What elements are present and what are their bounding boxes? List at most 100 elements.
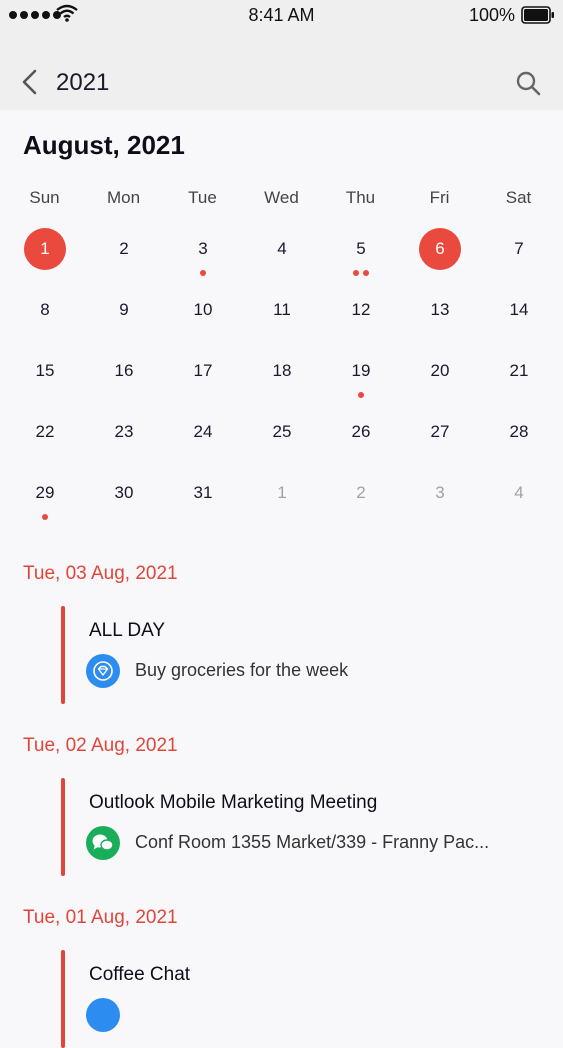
- battery-icon: [521, 6, 554, 24]
- event-indicator: [321, 270, 400, 276]
- calendar-day[interactable]: 7: [479, 220, 558, 281]
- weekday-header: Sun Mon Tue Wed Thu Fri Sat: [5, 188, 558, 208]
- weekday-label: Fri: [429, 188, 450, 207]
- event-dot: [362, 270, 369, 276]
- weekday-label: Sun: [29, 188, 60, 207]
- event-dot: [357, 392, 364, 398]
- day-number: 23: [114, 422, 134, 441]
- calendar-day[interactable]: 22: [5, 403, 84, 464]
- month-label: August, 2021: [23, 130, 185, 160]
- day-number: 11: [273, 300, 291, 319]
- calendar-day[interactable]: 3: [163, 220, 242, 281]
- event-color-bar: [61, 950, 65, 1048]
- calendar-day[interactable]: 9: [84, 281, 163, 342]
- calendar-day[interactable]: 27: [400, 403, 479, 464]
- agenda-event[interactable]: Coffee Chat: [61, 950, 541, 1048]
- calendar-day[interactable]: 14: [479, 281, 558, 342]
- day-number: 3: [198, 239, 208, 258]
- calendar-day[interactable]: 4: [242, 220, 321, 281]
- weekday-label: Sat: [505, 188, 532, 207]
- day-number: 2: [119, 239, 129, 258]
- event-title: Coffee Chat: [89, 964, 191, 985]
- event-subtitle: Buy groceries for the week: [135, 660, 349, 680]
- day-number: 12: [351, 300, 371, 319]
- day-number: 25: [272, 422, 292, 441]
- calendar-day[interactable]: 5: [321, 220, 400, 281]
- back-chevron-icon[interactable]: [20, 68, 40, 96]
- calendar-day[interactable]: 19: [321, 342, 400, 403]
- day-number: 20: [430, 361, 450, 380]
- agenda-event[interactable]: Outlook Mobile Marketing Meeting Conf Ro…: [61, 778, 541, 876]
- day-number: 18: [272, 361, 292, 380]
- day-number: 1: [277, 483, 287, 502]
- calendar-day[interactable]: 15: [5, 342, 84, 403]
- calendar-day[interactable]: 31: [163, 464, 242, 525]
- event-dot: [41, 514, 48, 520]
- calendar-day[interactable]: 30: [84, 464, 163, 525]
- agenda-event[interactable]: ALL DAY Buy groceries for the week: [61, 606, 541, 704]
- calendar-day[interactable]: 17: [163, 342, 242, 403]
- agenda-date-header: Tue, 03 Aug, 2021: [23, 563, 178, 584]
- day-number: 7: [514, 239, 524, 258]
- day-number: 19: [351, 361, 371, 380]
- event-indicator: [163, 270, 242, 276]
- calendar-day[interactable]: 2: [321, 464, 400, 525]
- search-icon[interactable]: [515, 70, 541, 96]
- event-color-bar: [61, 778, 65, 876]
- event-indicator: [321, 392, 400, 398]
- agenda-date-header: Tue, 01 Aug, 2021: [23, 907, 178, 928]
- calendar-day[interactable]: 1: [242, 464, 321, 525]
- day-number: 27: [430, 422, 450, 441]
- event-dot: [199, 270, 206, 276]
- calendar-day[interactable]: 16: [84, 342, 163, 403]
- diamond-icon: [86, 654, 120, 688]
- day-number: 3: [435, 483, 445, 502]
- calendar-day[interactable]: 20: [400, 342, 479, 403]
- calendar-day[interactable]: 11: [242, 281, 321, 342]
- day-number: 26: [351, 422, 371, 441]
- day-number: 8: [40, 300, 50, 319]
- day-number: 4: [277, 239, 287, 258]
- day-number: 22: [35, 422, 55, 441]
- day-number: 29: [35, 483, 55, 502]
- calendar-day[interactable]: 6: [400, 220, 479, 281]
- day-number: 9: [119, 300, 129, 319]
- weekday-label: Wed: [264, 188, 299, 207]
- calendar-grid: 1 2 3 4 5 6 7 8 9 10 11 12 13 14 15 16 17 18 19 20 21 22 23 24 2…: [5, 220, 558, 525]
- weekday-label: Tue: [188, 188, 217, 207]
- year-title[interactable]: 2021: [56, 69, 109, 97]
- day-number: 21: [509, 361, 529, 380]
- calendar-day[interactable]: 24: [163, 403, 242, 464]
- day-number: 5: [356, 239, 366, 258]
- calendar-day[interactable]: 1: [5, 220, 84, 281]
- event-color-bar: [61, 606, 65, 704]
- diamond-icon: [86, 998, 120, 1032]
- calendar-day[interactable]: 28: [479, 403, 558, 464]
- calendar-day[interactable]: 25: [242, 403, 321, 464]
- calendar-day[interactable]: 18: [242, 342, 321, 403]
- day-number: 16: [114, 361, 134, 380]
- calendar-day[interactable]: 12: [321, 281, 400, 342]
- calendar-day[interactable]: 29: [5, 464, 84, 525]
- calendar-day[interactable]: 23: [84, 403, 163, 464]
- day-number: 1: [24, 228, 66, 270]
- calendar-day[interactable]: 10: [163, 281, 242, 342]
- day-number: 31: [193, 483, 213, 502]
- day-number: 13: [430, 300, 450, 319]
- day-number: 10: [193, 300, 213, 319]
- calendar-day[interactable]: 21: [479, 342, 558, 403]
- event-title: Outlook Mobile Marketing Meeting: [89, 792, 378, 813]
- weekday-label: Thu: [345, 188, 376, 207]
- calendar-day[interactable]: 4: [479, 464, 558, 525]
- calendar-day[interactable]: 13: [400, 281, 479, 342]
- day-number: 24: [193, 422, 213, 441]
- day-number: 17: [193, 361, 213, 380]
- calendar-day[interactable]: 26: [321, 403, 400, 464]
- calendar-day[interactable]: 2: [84, 220, 163, 281]
- event-title: ALL DAY: [89, 620, 166, 641]
- day-number: 28: [509, 422, 529, 441]
- day-number: 6: [419, 228, 461, 270]
- calendar-day[interactable]: 8: [5, 281, 84, 342]
- calendar-day[interactable]: 3: [400, 464, 479, 525]
- navigation-bar: 2021: [0, 32, 563, 110]
